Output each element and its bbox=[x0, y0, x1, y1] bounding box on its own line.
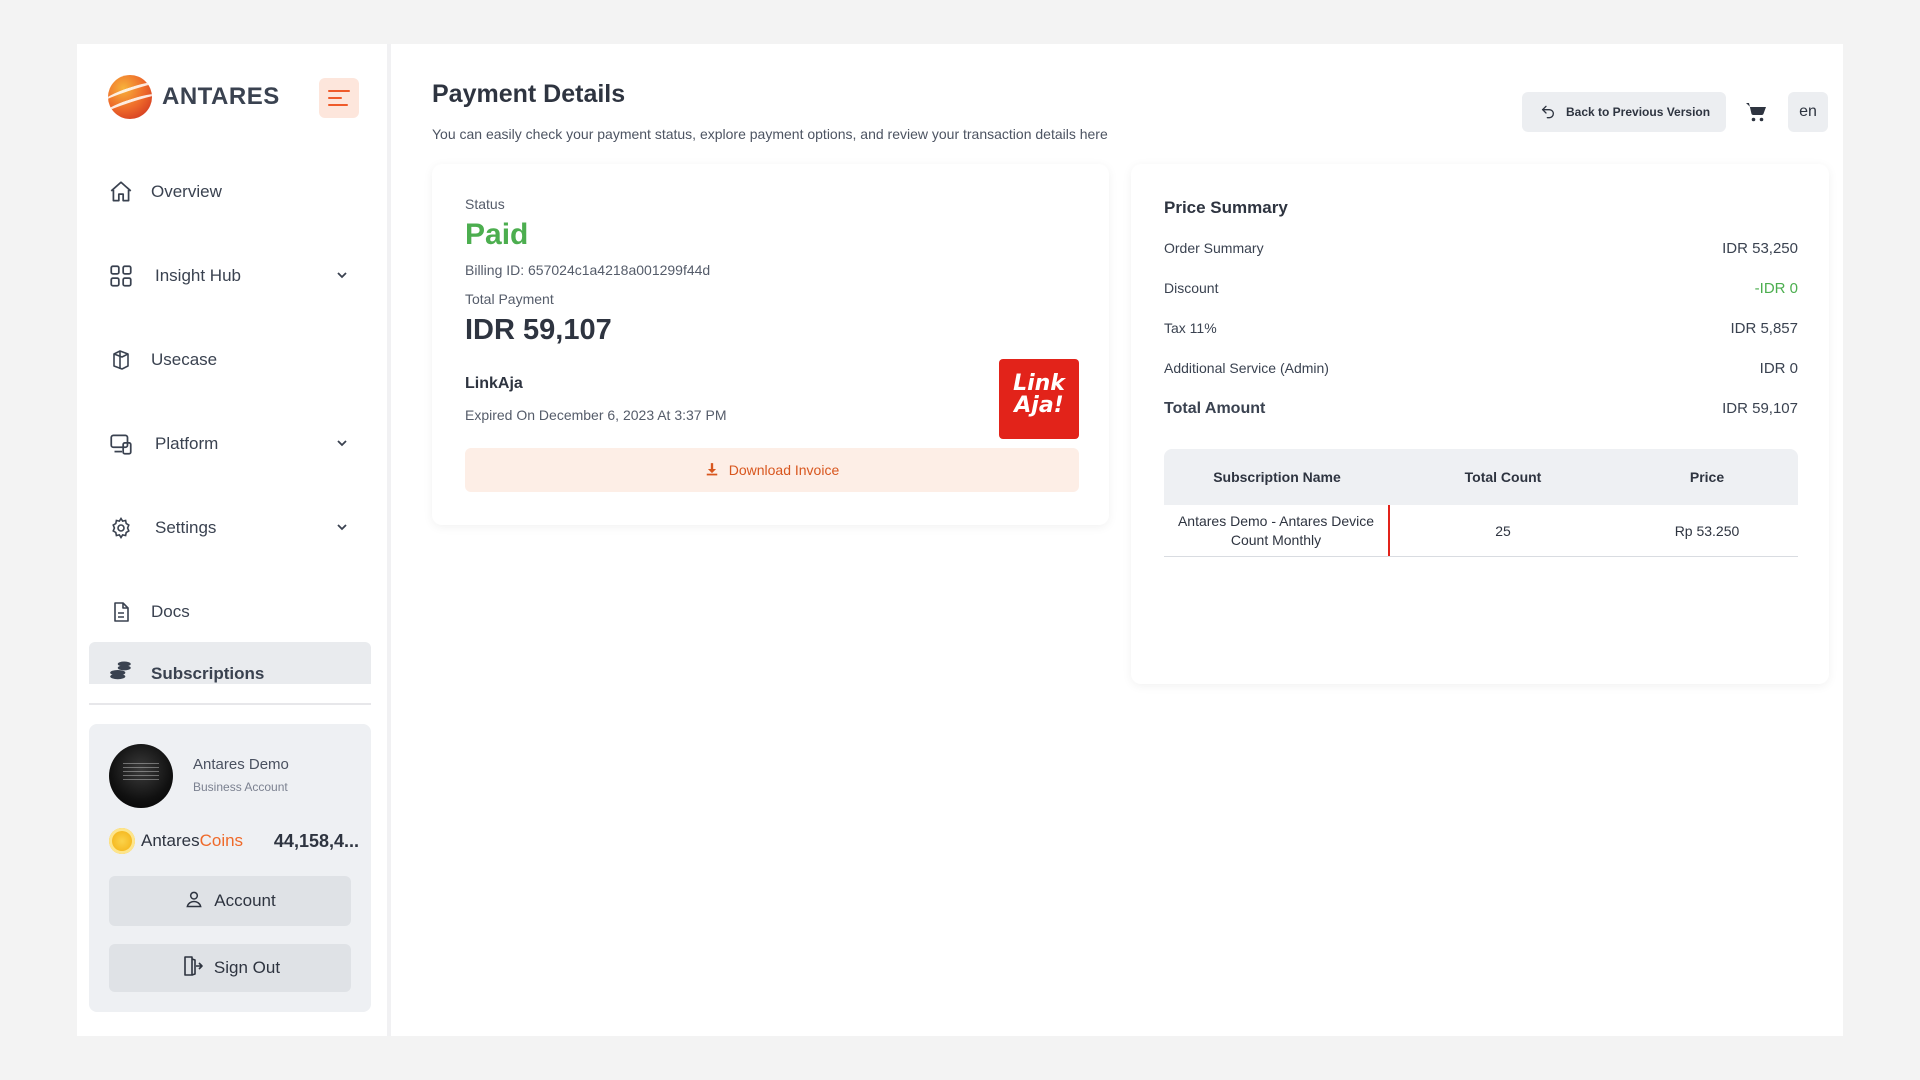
coins-brand-primary: Antares bbox=[141, 831, 200, 850]
usecase-icon bbox=[107, 346, 135, 374]
brand-logo[interactable]: ANTARES bbox=[108, 75, 280, 119]
coins-brand: AntaresCoins bbox=[141, 831, 243, 851]
linkaja-logo-line2: Aja! bbox=[1014, 393, 1064, 418]
price-summary-title: Price Summary bbox=[1164, 198, 1288, 217]
row-label: Total Amount bbox=[1164, 400, 1266, 417]
account-button[interactable]: Account bbox=[109, 876, 351, 926]
chevron-down-icon bbox=[335, 436, 349, 455]
row-value: IDR 53,250 bbox=[1722, 240, 1798, 257]
billing-id: Billing ID: 657024c1a4218a001299f44d bbox=[465, 262, 711, 278]
user-icon bbox=[184, 889, 204, 914]
sidebar-item-label: Insight Hub bbox=[155, 266, 241, 285]
total-payment-label: Total Payment bbox=[465, 291, 554, 307]
sidebar-item-label: Overview bbox=[151, 182, 222, 201]
row-label: Discount bbox=[1164, 280, 1219, 296]
menu-line-icon bbox=[328, 97, 342, 99]
total-count-cell: 25 bbox=[1495, 522, 1511, 539]
table-row: Antares Demo - Antares Device Count Mont… bbox=[1164, 505, 1798, 557]
linkaja-logo: Link Aja! bbox=[999, 359, 1079, 439]
table-header: Subscription Name Total Count Price bbox=[1164, 449, 1798, 505]
tax-row: Tax 11% IDR 5,857 bbox=[1164, 320, 1798, 337]
coins-balance: AntaresCoins 44,158,4... bbox=[109, 828, 359, 854]
coin-icon bbox=[109, 828, 135, 854]
sidebar-item-overview[interactable]: Overview bbox=[89, 168, 371, 216]
column-header: Subscription Name bbox=[1213, 469, 1341, 485]
avatar[interactable] bbox=[109, 744, 173, 808]
total-payment-value: IDR 59,107 bbox=[465, 314, 612, 346]
payment-expiry: Expired On December 6, 2023 At 3:37 PM bbox=[465, 407, 727, 423]
devices-icon bbox=[107, 430, 135, 458]
chevron-down-icon bbox=[335, 520, 349, 539]
status-label: Status bbox=[465, 196, 505, 212]
price-cell: Rp 53.250 bbox=[1674, 522, 1740, 539]
sidebar-divider bbox=[89, 703, 371, 705]
payment-method-name: LinkAja bbox=[465, 375, 523, 392]
sidebar-item-label: Settings bbox=[155, 518, 217, 537]
sidebar-item-subscriptions[interactable]: Subscriptions bbox=[89, 642, 371, 684]
price-summary-card: Price Summary Order Summary IDR 53,250 D… bbox=[1131, 164, 1829, 684]
row-label: Order Summary bbox=[1164, 240, 1264, 256]
sidebar-item-insight-hub[interactable]: Insight Hub bbox=[89, 252, 371, 300]
row-value: IDR 0 bbox=[1759, 360, 1798, 377]
language-selector[interactable]: en bbox=[1788, 92, 1828, 132]
profile-card: Antares Demo Business Account AntaresCoi… bbox=[89, 724, 371, 1012]
menu-line-icon bbox=[328, 90, 350, 92]
chevron-down-icon bbox=[335, 268, 349, 287]
menu-line-icon bbox=[328, 104, 348, 106]
sidebar: ANTARES Overview Insight Hub Usecase Pla… bbox=[77, 44, 391, 1036]
coins-stack-icon bbox=[107, 656, 135, 684]
subscription-table: Subscription Name Total Count Price Anta… bbox=[1164, 449, 1798, 557]
brand-name: ANTARES bbox=[162, 83, 280, 110]
sign-out-button-label: Sign Out bbox=[213, 958, 281, 977]
download-icon bbox=[705, 462, 719, 479]
row-value: -IDR 0 bbox=[1754, 280, 1798, 297]
sidebar-item-usecase[interactable]: Usecase bbox=[89, 336, 371, 384]
sidebar-item-label: Platform bbox=[155, 434, 219, 453]
sidebar-item-label: Subscriptions bbox=[151, 664, 265, 683]
gear-icon bbox=[107, 514, 135, 542]
coins-value: 44,158,4... bbox=[273, 830, 359, 851]
order-summary-row: Order Summary IDR 53,250 bbox=[1164, 240, 1798, 257]
column-header: Price bbox=[1689, 469, 1725, 485]
admin-fee-row: Additional Service (Admin) IDR 0 bbox=[1164, 360, 1798, 377]
sidebar-item-platform[interactable]: Platform bbox=[89, 420, 371, 468]
sidebar-item-settings[interactable]: Settings bbox=[89, 504, 371, 552]
account-button-label: Account bbox=[214, 891, 276, 910]
account-type: Business Account bbox=[193, 780, 288, 794]
document-icon bbox=[107, 598, 135, 626]
app-window: ANTARES Overview Insight Hub Usecase Pla… bbox=[77, 44, 1843, 1036]
total-amount-row: Total Amount IDR 59,107 bbox=[1164, 400, 1798, 418]
cart-icon[interactable] bbox=[1744, 100, 1768, 129]
row-value: IDR 59,107 bbox=[1722, 400, 1798, 417]
sign-out-button[interactable]: Sign Out bbox=[109, 944, 351, 992]
discount-row: Discount -IDR 0 bbox=[1164, 280, 1798, 297]
back-button-label: Back to Previous Version bbox=[1566, 105, 1711, 119]
status-value: Paid bbox=[465, 218, 529, 251]
antares-logo-icon bbox=[108, 75, 152, 119]
grid-icon bbox=[107, 262, 135, 290]
payment-status-card: Status Paid Billing ID: 657024c1a4218a00… bbox=[432, 164, 1109, 525]
menu-toggle-button[interactable] bbox=[319, 78, 359, 118]
sidebar-item-docs[interactable]: Docs bbox=[89, 588, 371, 636]
sidebar-item-label: Docs bbox=[151, 602, 190, 621]
home-icon bbox=[107, 178, 135, 206]
sign-out-icon bbox=[180, 954, 204, 983]
download-invoice-label: Download Invoice bbox=[728, 462, 840, 478]
row-label: Tax 11% bbox=[1164, 320, 1217, 336]
subscription-name-cell: Antares Demo - Antares Device Count Mont… bbox=[1164, 505, 1390, 556]
linkaja-logo-line1: Link bbox=[1013, 371, 1065, 396]
undo-icon bbox=[1540, 103, 1556, 122]
row-value: IDR 5,857 bbox=[1730, 320, 1798, 337]
page-subtitle: You can easily check your payment status… bbox=[432, 126, 1108, 142]
sidebar-item-label: Usecase bbox=[151, 350, 218, 369]
coins-brand-accent: Coins bbox=[199, 831, 244, 850]
column-header: Total Count bbox=[1464, 469, 1542, 485]
download-invoice-button[interactable]: Download Invoice bbox=[465, 448, 1079, 492]
page-title: Payment Details bbox=[432, 80, 626, 108]
user-name: Antares Demo bbox=[193, 756, 289, 773]
back-to-previous-version-button[interactable]: Back to Previous Version bbox=[1522, 92, 1726, 132]
row-label: Additional Service (Admin) bbox=[1164, 360, 1329, 376]
